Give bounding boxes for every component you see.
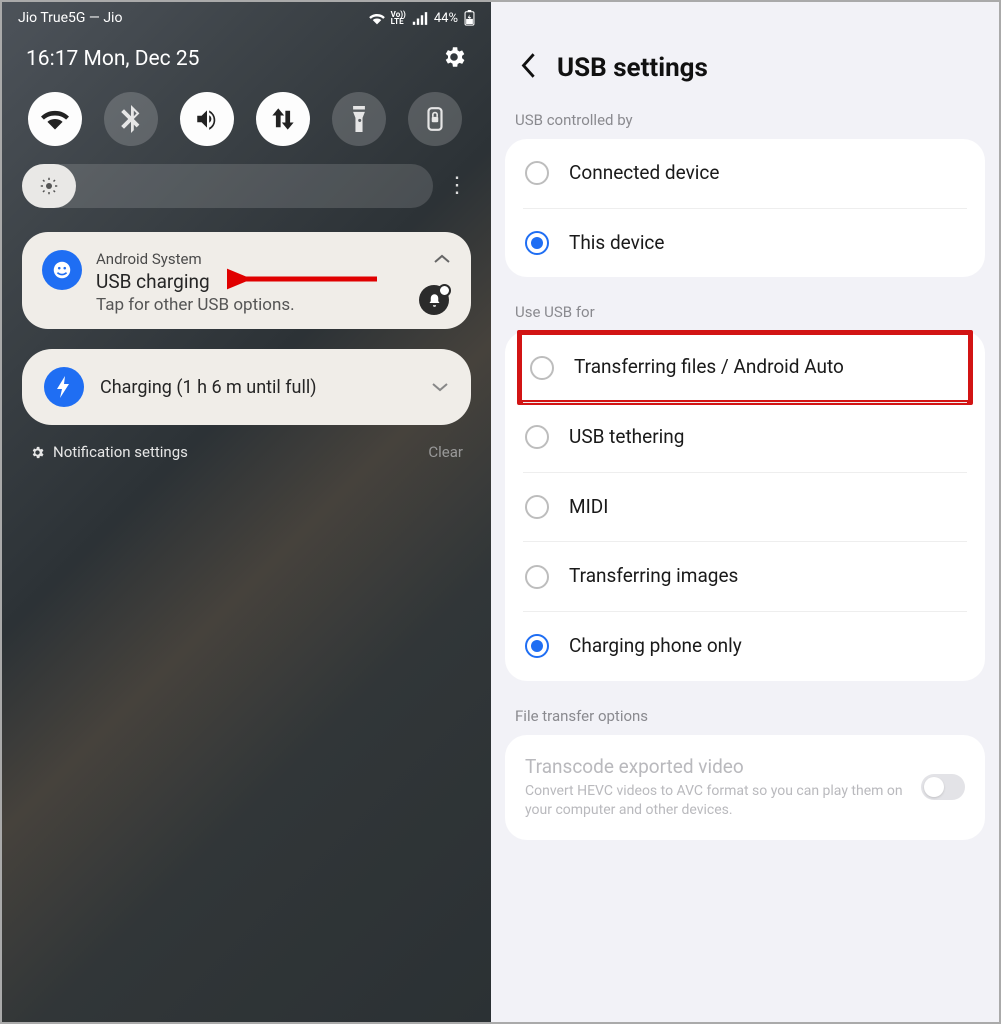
transcode-option[interactable]: Transcode exported video Convert HEVC vi… <box>505 735 985 840</box>
notification-title: USB charging <box>96 270 419 293</box>
radio-icon <box>525 161 549 185</box>
option-this-device[interactable]: This device <box>523 208 967 278</box>
notification-settings-label: Notification settings <box>53 443 188 461</box>
clear-notifications-button[interactable]: Clear <box>428 443 463 461</box>
signal-icon <box>412 12 428 25</box>
back-button[interactable] <box>519 52 537 83</box>
qs-data-toggle[interactable] <box>256 92 310 146</box>
option-transfer-files[interactable]: Transferring files / Android Auto <box>517 330 973 405</box>
bluetooth-icon <box>120 105 142 133</box>
brightness-thumb[interactable] <box>22 164 76 208</box>
option-label: USB tethering <box>569 425 965 450</box>
option-label: Connected device <box>569 161 965 186</box>
bell-icon[interactable] <box>419 285 449 315</box>
usb-settings-screen: USB settings USB controlled by Connected… <box>491 2 999 1022</box>
rotation-lock-icon <box>424 106 446 132</box>
status-icons: Vo))LTE 44% <box>369 10 475 26</box>
transcode-title: Transcode exported video <box>525 755 907 778</box>
transcode-toggle[interactable] <box>921 774 965 800</box>
option-midi[interactable]: MIDI <box>523 472 967 542</box>
radio-icon <box>525 565 549 589</box>
section-controlled-by: USB controlled by <box>491 111 999 139</box>
wifi-icon <box>41 107 69 131</box>
charging-text: Charging (1 h 6 m until full) <box>100 377 415 398</box>
status-bar: Jio True5G — Jio Vo))LTE 44% <box>2 2 491 30</box>
transcode-description: Convert HEVC videos to AVC format so you… <box>525 782 907 820</box>
option-label: Transferring images <box>569 564 965 589</box>
notification-subtitle: Tap for other USB options. <box>96 295 419 315</box>
radio-icon <box>525 634 549 658</box>
controlled-by-card: Connected device This device <box>505 139 985 277</box>
use-for-card: Transferring files / Android Auto USB te… <box>505 331 985 680</box>
option-charging-only[interactable]: Charging phone only <box>523 611 967 681</box>
radio-icon <box>530 356 554 380</box>
option-usb-tethering[interactable]: USB tethering <box>523 402 967 472</box>
option-label: Charging phone only <box>569 634 965 659</box>
radio-icon <box>525 231 549 255</box>
sun-icon <box>40 177 58 195</box>
notification-settings-link[interactable]: Notification settings <box>30 443 188 461</box>
qs-sound-toggle[interactable] <box>180 92 234 146</box>
qs-rotation-toggle[interactable] <box>408 92 462 146</box>
page-title: USB settings <box>557 53 708 83</box>
qs-wifi-toggle[interactable] <box>28 92 82 146</box>
flashlight-icon <box>350 106 368 132</box>
option-label: Transferring files / Android Auto <box>574 355 960 380</box>
data-arrows-icon <box>271 106 295 132</box>
usb-notification[interactable]: Android System USB charging Tap for othe… <box>22 232 471 329</box>
chevron-left-icon <box>519 52 537 79</box>
notification-footer: Notification settings Clear <box>2 425 491 479</box>
wifi-icon <box>369 12 385 25</box>
volume-icon <box>194 107 220 131</box>
volte-icon: Vo))LTE <box>391 11 406 25</box>
carrier-label: Jio True5G — Jio <box>18 10 122 26</box>
option-transfer-images[interactable]: Transferring images <box>523 541 967 611</box>
settings-header: USB settings <box>491 2 999 111</box>
brightness-row <box>2 164 491 232</box>
settings-gear-icon[interactable] <box>441 44 467 74</box>
qs-header: 16:17 Mon, Dec 25 <box>2 30 491 92</box>
gear-icon <box>30 445 45 460</box>
brightness-more-icon[interactable] <box>443 183 471 189</box>
radio-icon <box>525 425 549 449</box>
qs-time-date: 16:17 Mon, Dec 25 <box>26 47 199 71</box>
section-file-transfer-options: File transfer options <box>491 707 999 735</box>
expand-chevron-icon[interactable] <box>431 378 449 397</box>
notification-shade: Jio True5G — Jio Vo))LTE 44% 16:17 Mon, … <box>2 2 491 1022</box>
bolt-icon <box>44 367 84 407</box>
qs-toggle-row <box>2 92 491 164</box>
option-label: This device <box>569 231 965 256</box>
qs-bluetooth-toggle[interactable] <box>104 92 158 146</box>
radio-icon <box>525 495 549 519</box>
battery-icon <box>464 10 475 26</box>
section-use-usb-for: Use USB for <box>491 303 999 331</box>
battery-percent-label: 44% <box>434 11 458 26</box>
collapse-chevron-icon[interactable] <box>433 250 451 269</box>
brightness-slider[interactable] <box>22 164 433 208</box>
charging-notification[interactable]: Charging (1 h 6 m until full) <box>22 349 471 425</box>
option-label: MIDI <box>569 495 965 520</box>
android-system-icon <box>42 250 82 290</box>
qs-flashlight-toggle[interactable] <box>332 92 386 146</box>
option-connected-device[interactable]: Connected device <box>505 139 985 208</box>
notification-app-label: Android System <box>96 250 419 268</box>
